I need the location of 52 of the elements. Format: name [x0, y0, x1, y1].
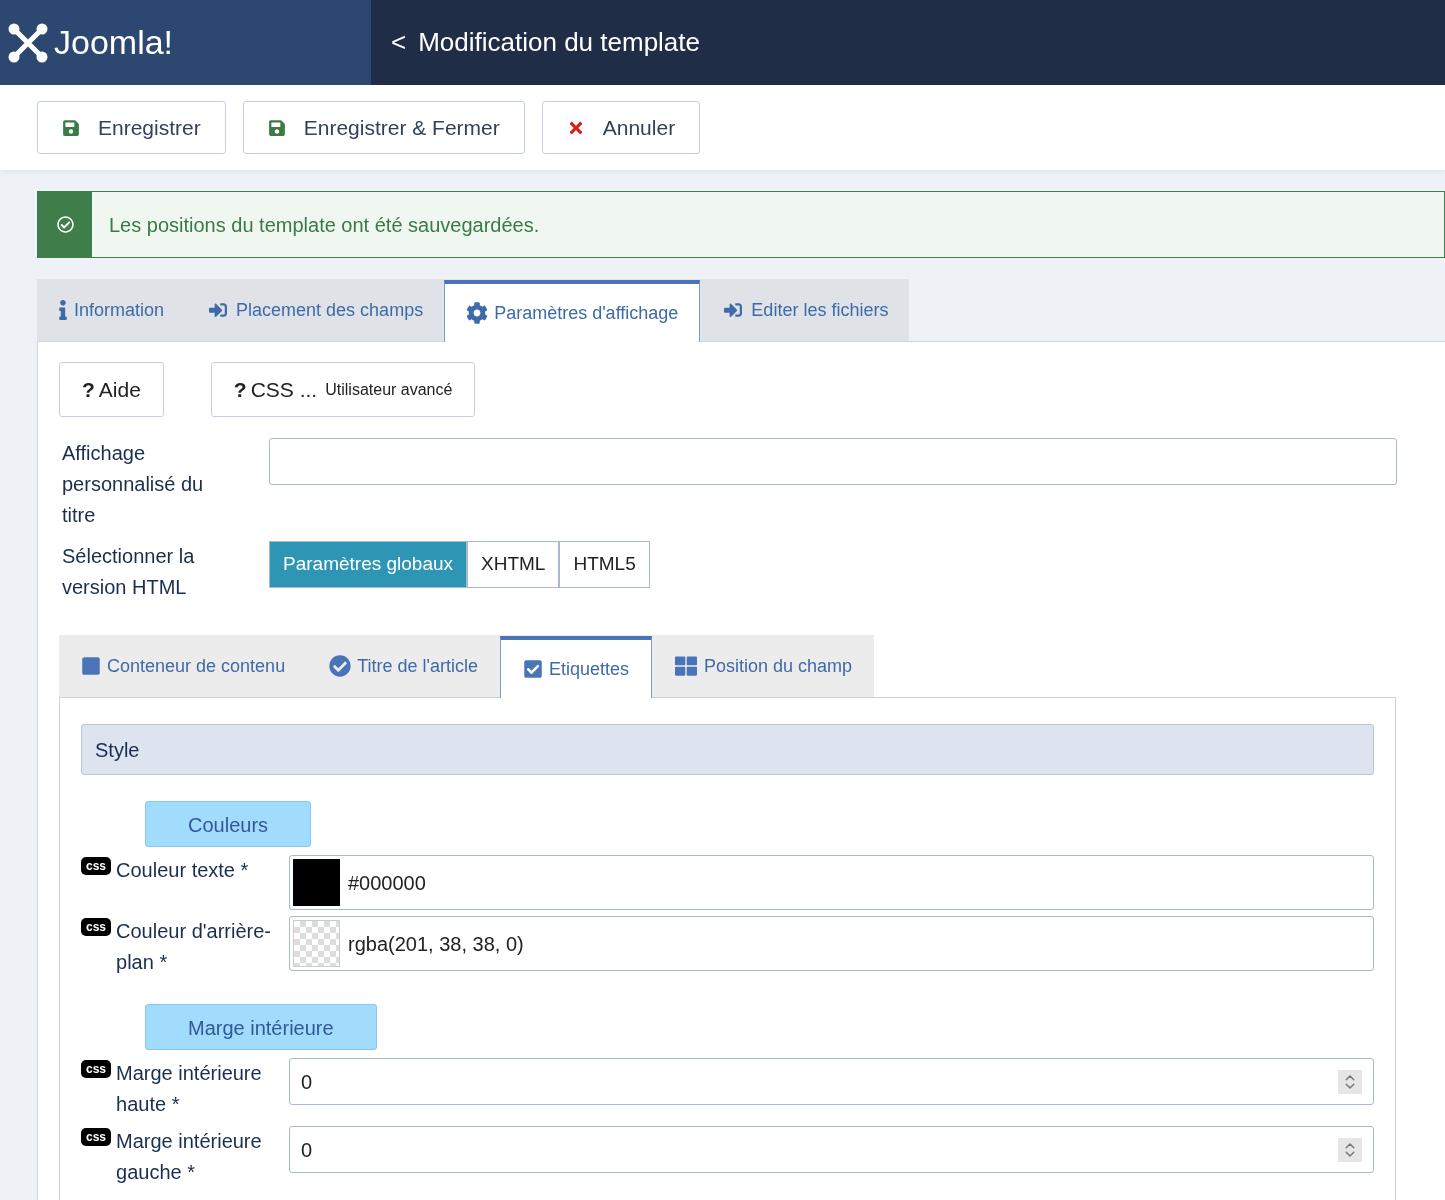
help-button[interactable]: ? CSS ... Utilisateur avancé	[210, 362, 476, 417]
tab[interactable]: Information	[37, 279, 186, 341]
tab[interactable]: Position du champ	[652, 635, 875, 697]
field-label: Affichage personnalisé du titre	[62, 441, 205, 528]
css-badge: css	[81, 1128, 112, 1146]
number-field[interactable]: 0	[289, 1126, 1374, 1173]
tab[interactable]: Etiquettes	[499, 636, 652, 698]
help-button[interactable]: ? Aide	[59, 362, 164, 417]
field-label: Couleur d'arrière-plan *	[116, 919, 273, 975]
spinner-icon[interactable]	[1338, 1069, 1362, 1094]
settings-icon	[466, 302, 489, 324]
group-label: Couleurs	[145, 801, 312, 847]
checkbox-icon	[522, 659, 543, 679]
css-badge: css	[81, 857, 112, 875]
tab[interactable]: Paramètres d'affichage	[444, 280, 701, 342]
tab[interactable]: Conteneur de contenu	[59, 635, 308, 697]
section-header: Style	[81, 724, 1374, 775]
number-field[interactable]: 0	[289, 1058, 1374, 1105]
field-label: Marge intérieure gauche *	[116, 1129, 263, 1185]
logo-text: Joomla!	[54, 22, 174, 63]
field-label: Marge intérieure haute *	[116, 1061, 263, 1117]
tab[interactable]: Editer les fichiers	[700, 279, 910, 341]
css-badge: css	[81, 1060, 112, 1078]
group-label: Marge intérieure	[145, 1004, 377, 1050]
tab[interactable]: Placement des champs	[185, 279, 445, 341]
square-icon	[81, 656, 101, 676]
joomla-logo-icon	[8, 22, 48, 63]
field-label: Sélectionner la version HTML	[62, 544, 196, 600]
grid-icon	[674, 655, 698, 677]
save-icon	[267, 118, 286, 137]
save-icon	[62, 118, 80, 137]
color-field[interactable]: rgba(201, 38, 38, 0)	[289, 916, 1374, 971]
page-title: Modification du template	[418, 26, 700, 59]
spinner-icon[interactable]	[1338, 1137, 1362, 1162]
color-value: rgba(201, 38, 38, 0)	[348, 931, 524, 957]
info-icon	[58, 300, 68, 320]
back-link[interactable]: <	[391, 23, 407, 62]
field-label: Couleur texte *	[116, 858, 250, 883]
tab[interactable]: Titre de l'article	[307, 635, 500, 697]
toolbar-button[interactable]: Annuler	[541, 101, 701, 154]
color-field[interactable]: #000000	[289, 855, 1374, 910]
toolbar-button[interactable]: Enregistrer & Fermer	[242, 101, 525, 154]
radio-option[interactable]: XHTML	[467, 541, 560, 588]
radio-option[interactable]: HTML5	[559, 541, 650, 588]
css-badge: css	[81, 918, 112, 936]
color-value: #000000	[348, 870, 426, 896]
toolbar-button[interactable]: Enregistrer	[37, 101, 226, 154]
number-value: 0	[301, 1069, 314, 1095]
title-input[interactable]	[269, 438, 1397, 485]
alert-message: Les positions du template ont été sauvegardées.	[108, 212, 540, 238]
transparent-swatch	[293, 920, 340, 967]
number-value: 0	[301, 1137, 314, 1163]
